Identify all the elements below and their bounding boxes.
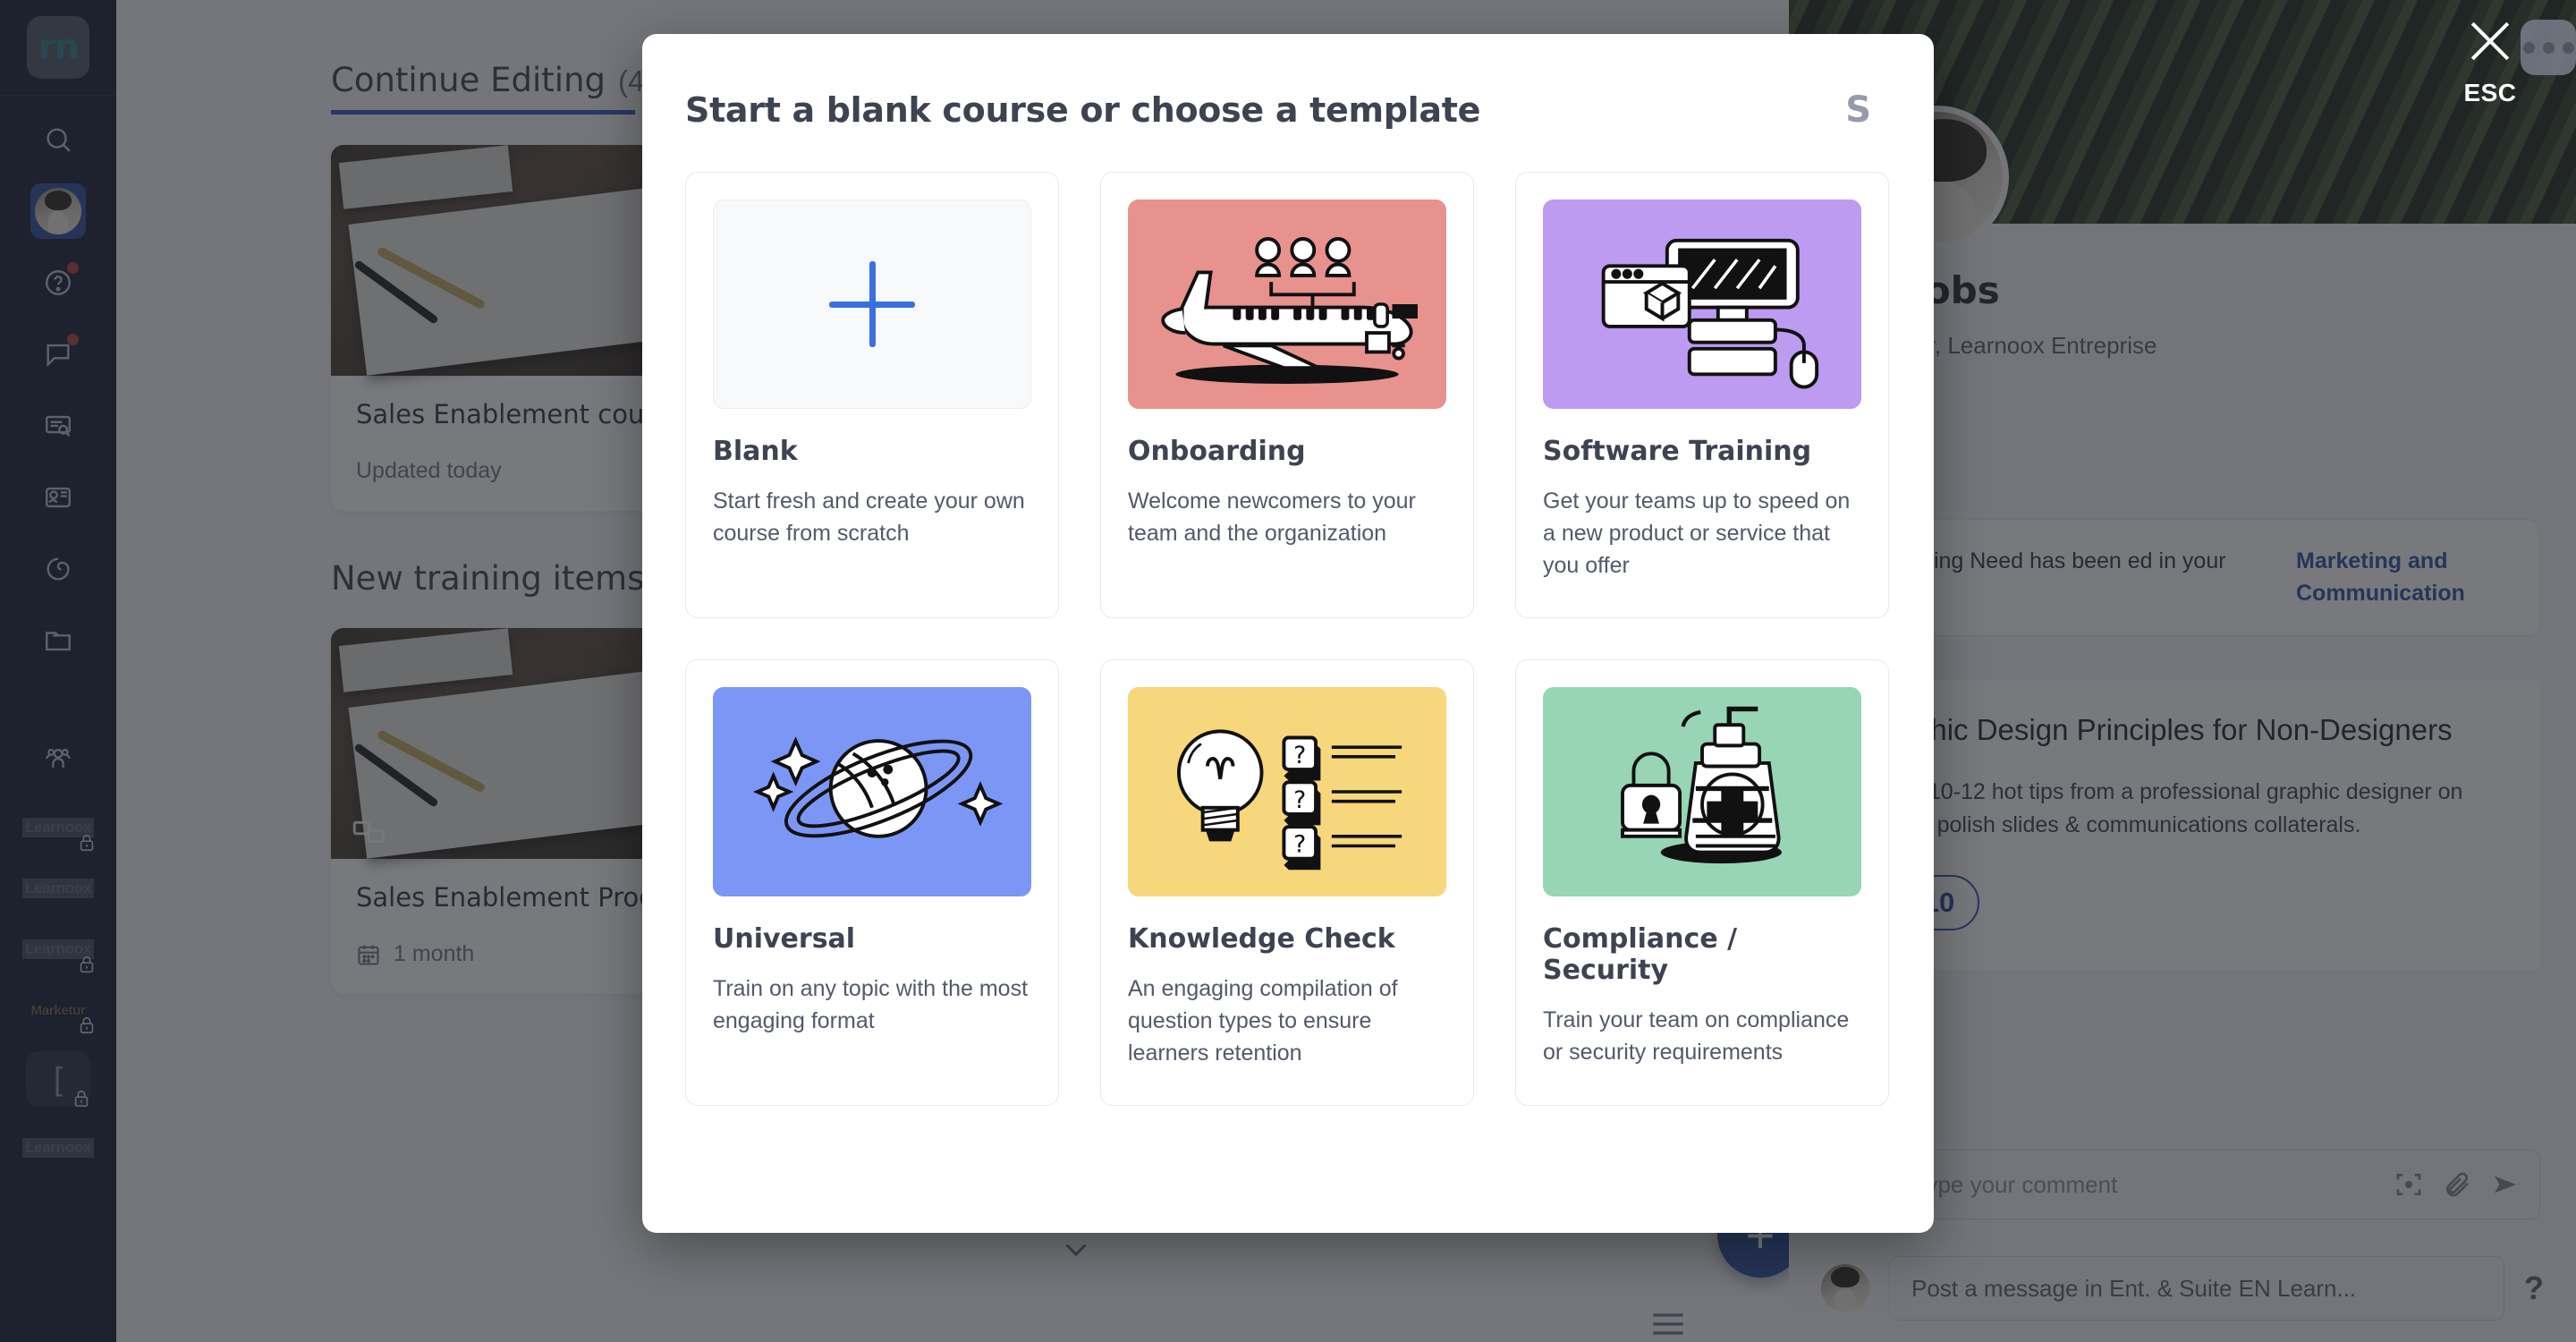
template-description: Get your teams up to speed on a new prod…	[1543, 488, 1851, 578]
lock-sanitizer-icon	[1621, 706, 1782, 864]
template-card-blank[interactable]: Blank Start fresh and create your own co…	[685, 172, 1059, 618]
modal-header: Start a blank course or choose a templat…	[642, 34, 1934, 131]
svg-text:?: ?	[1293, 831, 1306, 859]
template-name: Knowledge Check	[1128, 923, 1395, 955]
template-card-universal[interactable]: Universal Train on any topic with the mo…	[685, 659, 1059, 1106]
computer-icon	[1601, 238, 1819, 389]
shortcut-key-indicator[interactable]: S	[1845, 89, 1871, 131]
close-icon[interactable]	[2465, 16, 2515, 66]
template-card-software-training[interactable]: Software Training Get your teams up to s…	[1515, 172, 1889, 618]
svg-text:?: ?	[1293, 742, 1306, 769]
template-name: Blank	[713, 436, 798, 467]
template-thumbnail	[713, 687, 1031, 896]
modal-title: Start a blank course or choose a templat…	[685, 90, 1481, 130]
template-picker-modal: Start a blank course or choose a templat…	[642, 34, 1934, 1233]
svg-text:?: ?	[1293, 786, 1306, 814]
airplane-icon	[1161, 237, 1418, 384]
template-name: Compliance / Security	[1543, 923, 1738, 986]
template-card-compliance-security[interactable]: Compliance / Security Train your team on…	[1515, 659, 1889, 1106]
template-description: Train your team on compliance or securit…	[1543, 1007, 1850, 1065]
template-card-onboarding[interactable]: Onboarding Welcome newcomers to your tea…	[1100, 172, 1474, 618]
template-thumbnail	[1128, 200, 1446, 409]
template-description: Welcome newcomers to your team and the o…	[1128, 488, 1416, 546]
template-grid: Blank Start fresh and create your own co…	[642, 131, 1934, 1106]
plus-icon	[829, 261, 915, 347]
lightbulb-icon: ? ? ?	[1177, 729, 1402, 871]
template-thumbnail	[1543, 687, 1861, 896]
esc-label: ESC	[2463, 79, 2517, 106]
template-thumbnail	[713, 200, 1031, 409]
template-name: Software Training	[1543, 436, 1812, 467]
template-name: Onboarding	[1128, 436, 1306, 467]
template-card-knowledge-check[interactable]: ? ? ? Knowledge Check An engaging compil…	[1100, 659, 1474, 1106]
template-thumbnail: ? ? ?	[1128, 687, 1446, 896]
template-name: Universal	[713, 923, 856, 955]
more-options-icon[interactable]	[2521, 20, 2576, 75]
template-description: Start fresh and create your own course f…	[713, 488, 1025, 546]
template-description: An engaging compilation of question type…	[1128, 976, 1398, 1066]
template-thumbnail	[1543, 200, 1861, 409]
template-description: Train on any topic with the most engagin…	[713, 976, 1029, 1033]
app-root: Continue Editing (4) Sales Enablement co…	[0, 0, 2576, 1342]
planet-icon	[752, 736, 1004, 838]
